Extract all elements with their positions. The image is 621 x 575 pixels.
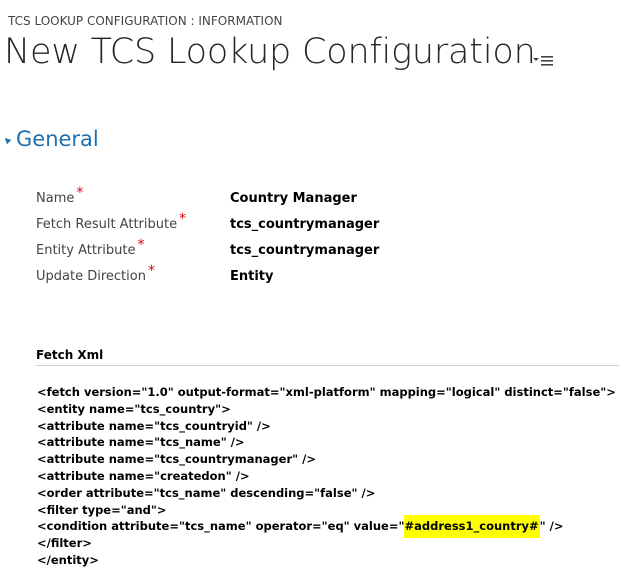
entity-label: TCS LOOKUP CONFIGURATION : INFORMATION [8,14,283,28]
name-value[interactable]: Country Manager [230,191,357,206]
field-row-update-direction: Update Direction * Entity [36,263,274,288]
xml-line: <attribute name="tcs_name" /> [37,435,245,450]
condition-prefix: <condition attribute="tcs_name" operator… [37,519,405,534]
update-direction-value[interactable]: Entity [230,269,274,284]
fetch-result-attribute-value[interactable]: tcs_countrymanager [230,217,379,232]
field-row-fetch-result-attribute: Fetch Result Attribute * tcs_countrymanag… [36,211,379,236]
field-label: Update Direction * [36,263,155,284]
fetch-xml-field[interactable]: <fetch version="1.0" output-format="xml-… [37,384,617,569]
xml-line: </entity> [37,552,99,567]
field-label: Entity Attribute * [36,237,145,258]
section-toggle-general[interactable]: General [2,127,99,151]
list-menu-icon[interactable] [532,52,554,68]
required-asterisk: * [179,211,187,227]
field-row-name: Name * Country Manager [36,185,357,210]
xml-line: <entity name="tcs_country"> [37,401,231,416]
record-title: New TCS Lookup Configuration [4,32,536,72]
field-row-entity-attribute: Entity Attribute * tcs_countrymanager [36,237,379,262]
required-asterisk: * [76,185,84,201]
section-title: General [16,127,99,151]
collapse-triangle-icon [2,135,12,145]
xml-line: <order attribute="tcs_name" descending="… [37,485,376,500]
xml-line: <fetch version="1.0" output-format="xml-… [37,385,616,399]
xml-line-condition: <condition attribute="tcs_name" operator… [37,515,617,539]
xml-line: <attribute name="tcs_countryid" /> [37,418,271,433]
xml-line: <attribute name="tcs_countrymanager" /> [37,452,316,467]
field-label: Name * [36,185,84,206]
fetch-xml-label: Fetch Xml [36,348,104,362]
condition-suffix: " /> [539,519,564,534]
highlighted-placeholder: #address1_country# [403,515,540,539]
required-asterisk: * [147,263,155,279]
entity-attribute-value[interactable]: tcs_countrymanager [230,243,379,258]
fetch-xml-divider [36,365,619,366]
xml-line: <attribute name="createdon" /> [37,468,250,483]
field-label: Fetch Result Attribute * [36,211,187,232]
required-asterisk: * [137,237,145,253]
